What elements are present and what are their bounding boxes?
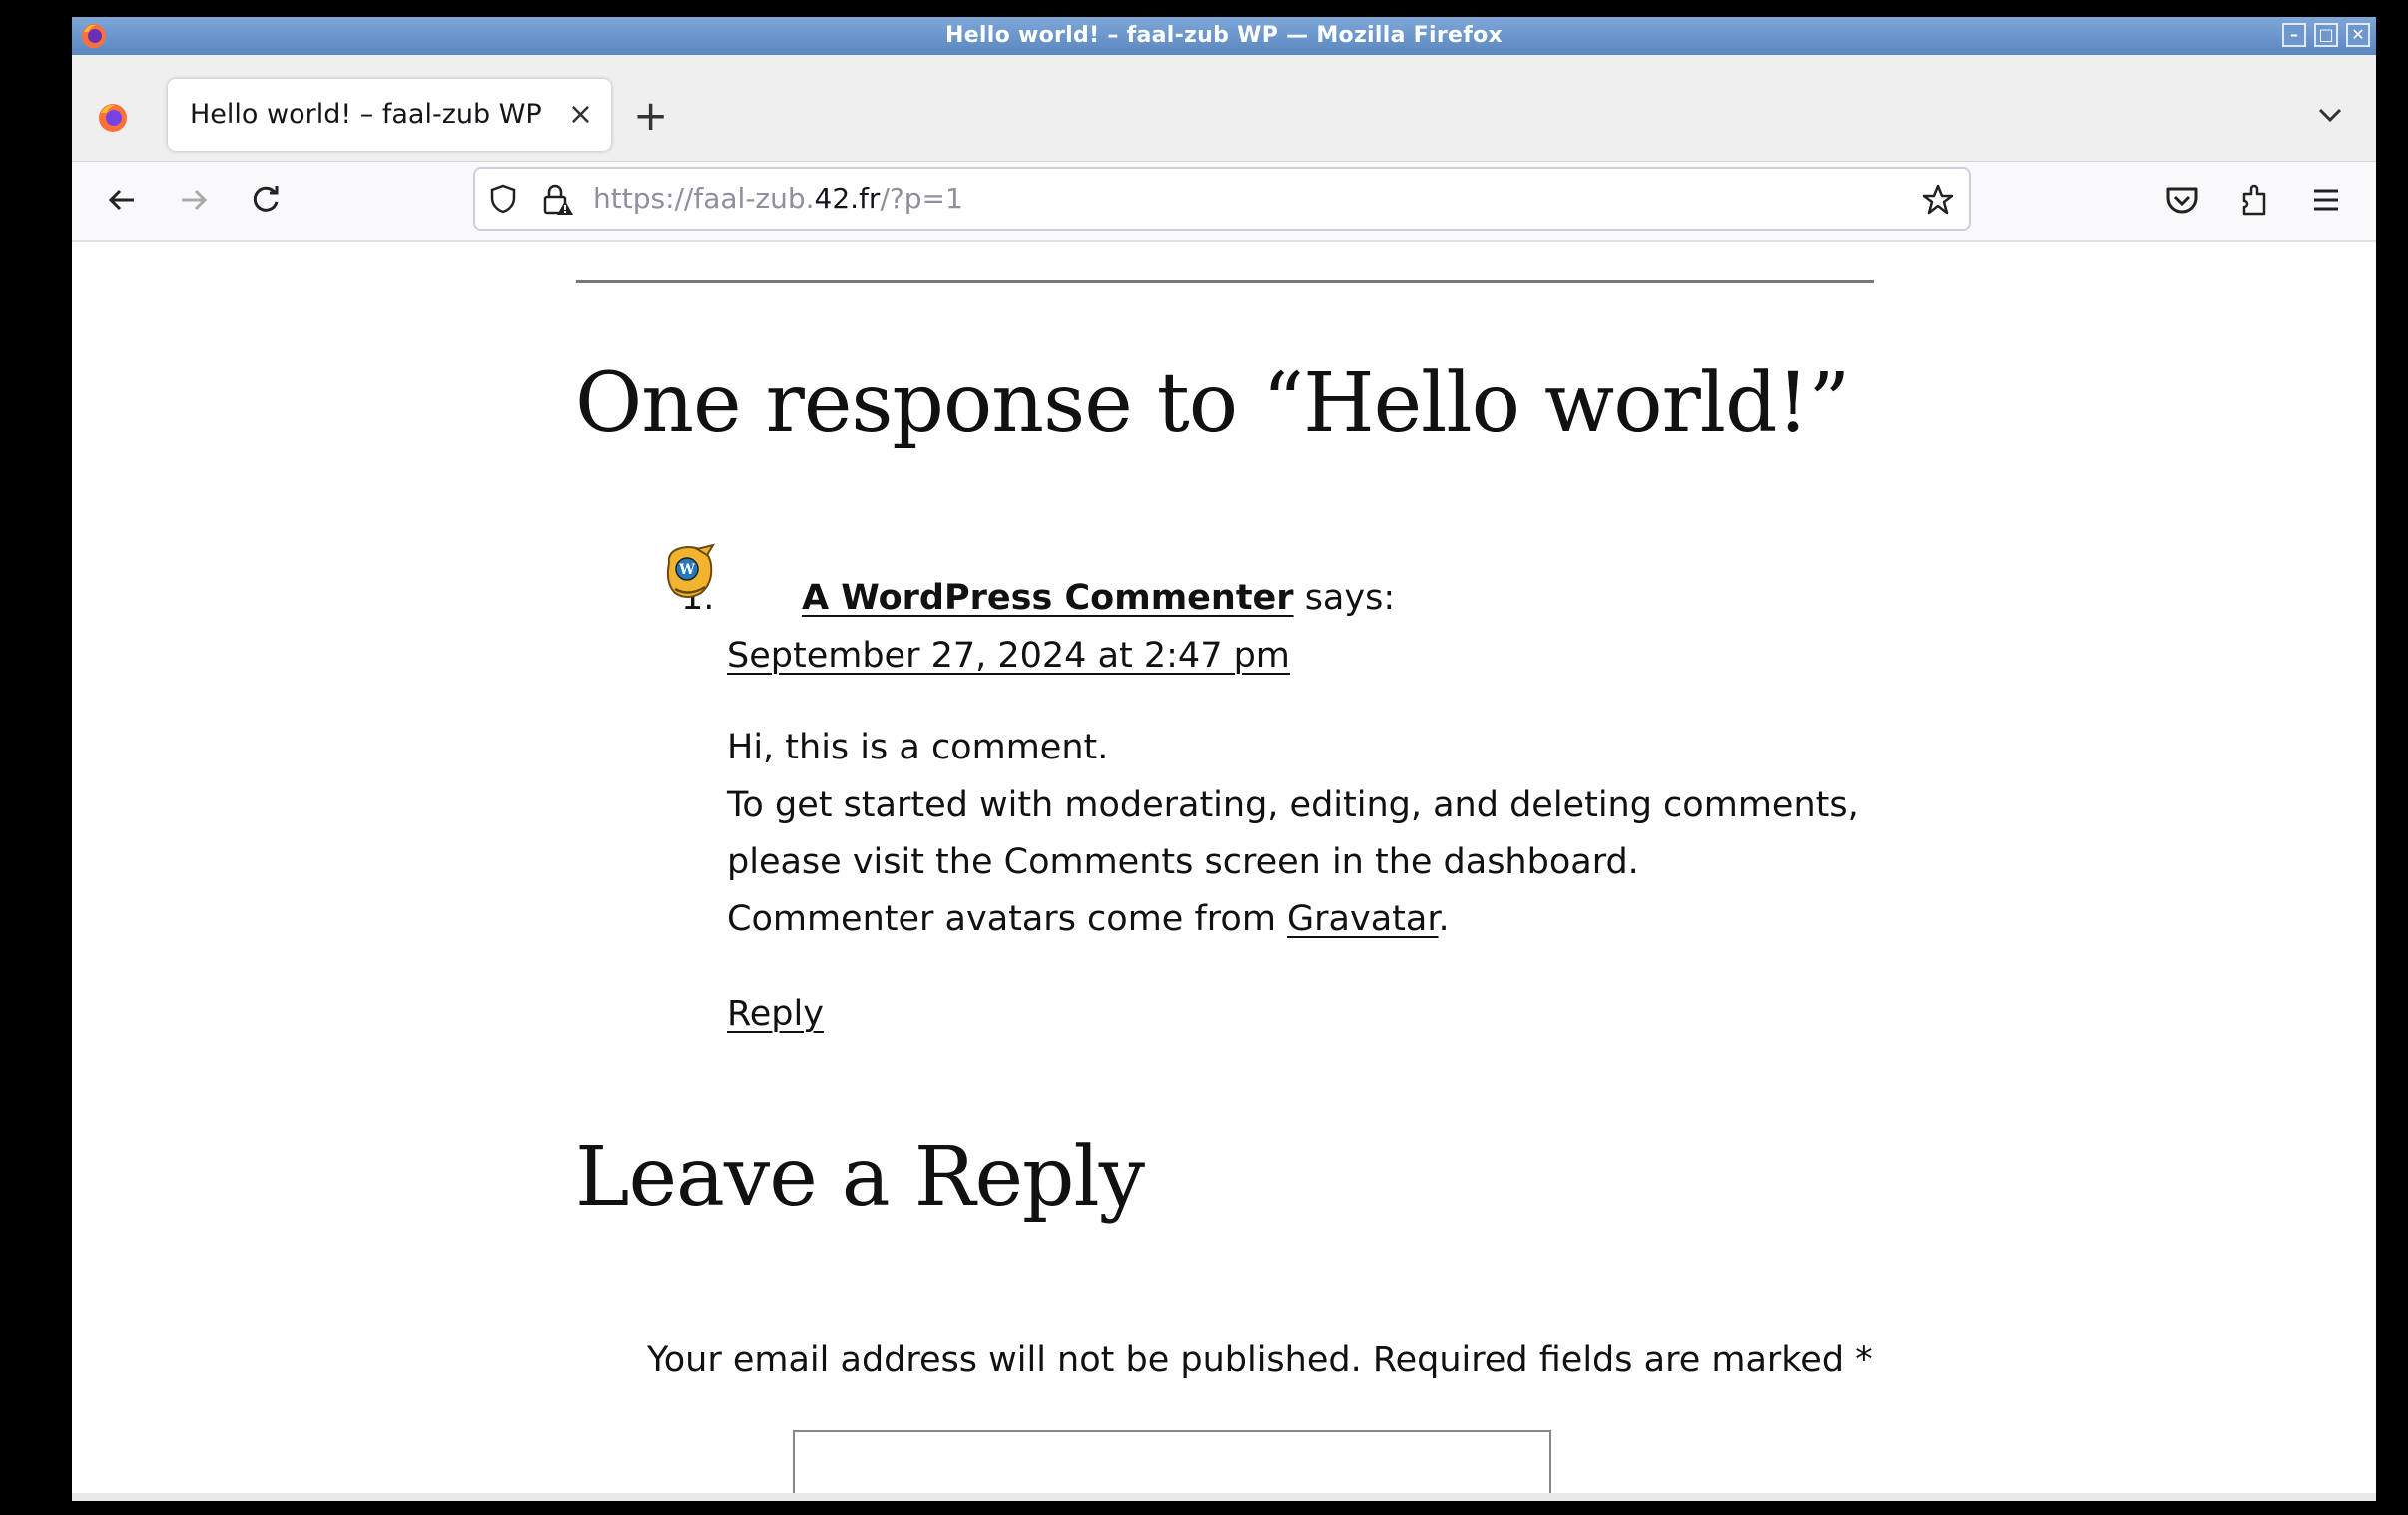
reload-icon[interactable]: [246, 180, 286, 220]
tab-close-icon[interactable]: ×: [568, 79, 593, 151]
maximize-button[interactable]: □: [2314, 23, 2338, 47]
close-window-button[interactable]: ✕: [2346, 23, 2370, 47]
extensions-icon[interactable]: [2234, 180, 2274, 220]
avatar: W: [666, 543, 716, 598]
reply-link[interactable]: Reply: [727, 994, 824, 1034]
navigation-bar: https://faal-zub.42.fr/?p=1: [72, 162, 2376, 242]
comment-textarea[interactable]: [793, 1430, 1551, 1501]
page-content: One response to “Hello world!” 1. W A Wo…: [72, 242, 2376, 1501]
title-bar: Hello world! – faal-zub WP — Mozilla Fir…: [72, 17, 2376, 55]
tab-strip: Hello world! – faal-zub WP × +: [72, 55, 2376, 162]
comment-text-line-1: Hi, this is a comment.: [727, 728, 1109, 767]
comment-author-link[interactable]: A WordPress Commenter: [802, 578, 1294, 618]
menu-icon[interactable]: [2306, 180, 2346, 220]
tab-hello-world[interactable]: Hello world! – faal-zub WP ×: [168, 79, 611, 151]
back-icon[interactable]: [102, 180, 142, 220]
comment-text-line-3: please visit the Comments screen in the …: [727, 842, 1639, 882]
reply-line: Reply: [727, 994, 824, 1034]
forward-icon[interactable]: [174, 180, 214, 220]
lock-warning-icon[interactable]: [541, 183, 575, 217]
comment-text-line-4: Commenter avatars come from Gravatar.: [727, 899, 1450, 939]
window-bottom-edge: [72, 1493, 2376, 1501]
new-tab-button[interactable]: +: [633, 89, 668, 143]
comment-author-line: A WordPress Commenter says:: [802, 578, 1395, 618]
gravatar-link[interactable]: Gravatar: [1287, 899, 1438, 939]
url-bar[interactable]: https://faal-zub.42.fr/?p=1: [473, 167, 1971, 231]
firefox-view-icon[interactable]: [96, 101, 130, 135]
browser-window: Hello world! – faal-zub WP — Mozilla Fir…: [72, 17, 2376, 1501]
tab-title: Hello world! – faal-zub WP: [190, 99, 542, 130]
comments-heading: One response to “Hello world!”: [575, 356, 1850, 451]
star-icon[interactable]: [1921, 183, 1955, 217]
email-notice: Your email address will not be published…: [647, 1340, 1873, 1380]
pocket-icon[interactable]: [2162, 180, 2202, 220]
says-label: says:: [1304, 578, 1396, 618]
shield-icon[interactable]: [487, 183, 519, 215]
comment-text-line-2: To get started with moderating, editing,…: [727, 785, 1859, 825]
separator: [576, 280, 1874, 283]
reply-heading: Leave a Reply: [575, 1130, 1145, 1225]
url-text[interactable]: https://faal-zub.42.fr/?p=1: [593, 169, 963, 229]
minimize-button[interactable]: –: [2282, 23, 2306, 47]
chevron-down-icon[interactable]: [2310, 95, 2350, 135]
window-title: Hello world! – faal-zub WP — Mozilla Fir…: [945, 23, 1503, 48]
comment-date-link[interactable]: September 27, 2024 at 2:47 pm: [727, 636, 1290, 676]
svg-text:W: W: [678, 562, 695, 578]
comment-date-line: September 27, 2024 at 2:47 pm: [727, 636, 1290, 676]
